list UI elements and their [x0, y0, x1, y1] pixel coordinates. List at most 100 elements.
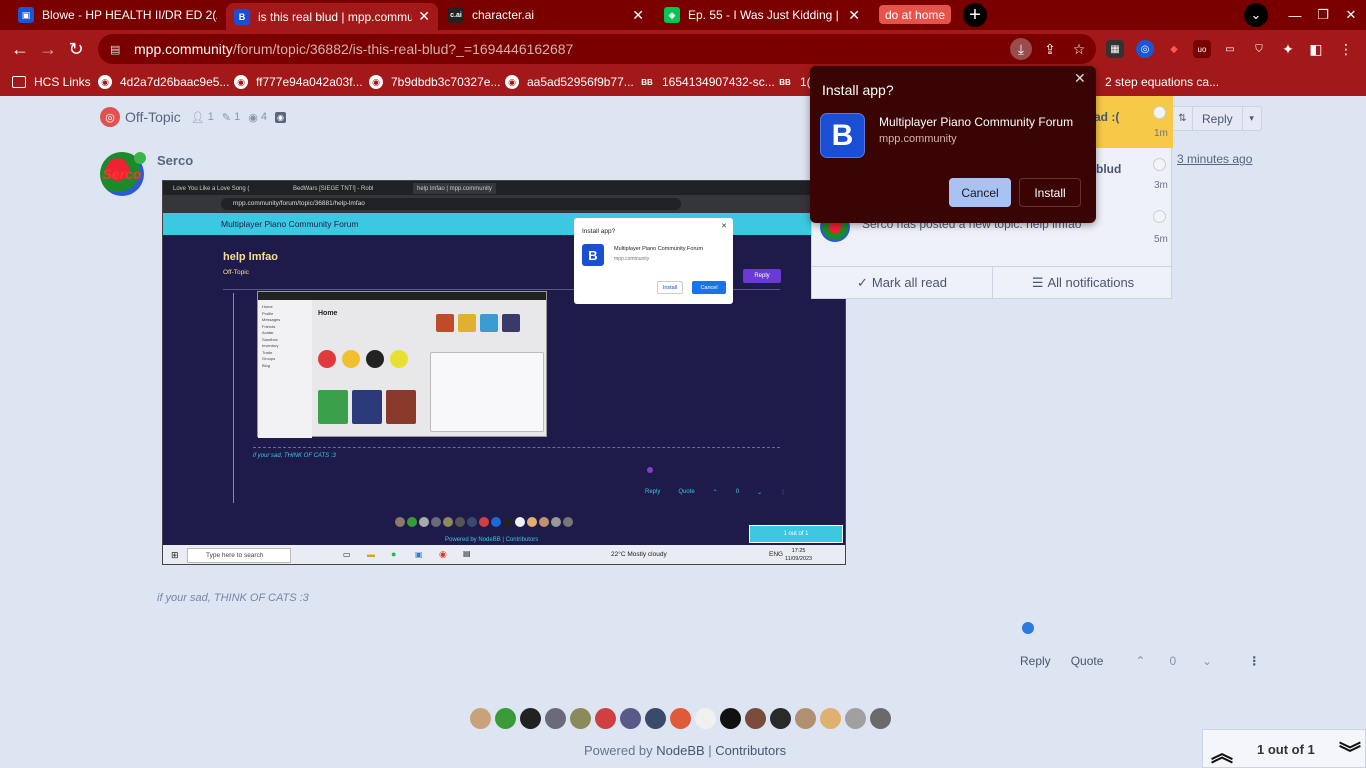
read-toggle[interactable]: [1153, 106, 1166, 119]
install-app-icon[interactable]: ⤓: [1010, 38, 1032, 60]
address-bar[interactable]: ▤ mpp.community/forum/topic/36882/is-thi…: [98, 34, 1096, 64]
all-notifications-button[interactable]: ☰ All notifications: [993, 267, 1173, 298]
arrow-right-icon: →: [39, 38, 57, 59]
site-info-icon[interactable]: ▤: [110, 43, 122, 56]
forward-button[interactable]: →: [36, 37, 60, 61]
upvote-icon[interactable]: ⌃: [1135, 654, 1145, 668]
participant-avatar[interactable]: [545, 708, 566, 729]
bookmark-item[interactable]: ◉ 4d2a7d26baac9e5...: [98, 74, 229, 90]
bookmark-item[interactable]: ◉ 7b9dbdb3c70327e...: [369, 74, 500, 90]
close-icon[interactable]: ✕: [1074, 70, 1086, 87]
participant-avatar[interactable]: [845, 708, 866, 729]
reply-button[interactable]: Reply: [1020, 654, 1051, 668]
puzzle-extensions-icon[interactable]: ✦: [1279, 40, 1297, 58]
category-link[interactable]: Off-Topic: [125, 109, 181, 125]
bookmark-star-icon[interactable]: ☆: [1068, 38, 1090, 60]
shield-extension-icon[interactable]: ⛉: [1250, 40, 1268, 58]
participant-avatar[interactable]: [720, 708, 741, 729]
read-toggle[interactable]: [1153, 210, 1166, 223]
downvote-icon[interactable]: ⌄: [1202, 654, 1212, 668]
chevron-down-icon[interactable]: ▾: [1243, 107, 1261, 130]
rss-icon[interactable]: ◉: [274, 111, 286, 123]
tab-mpp-forum[interactable]: B is this real blud | mpp.communit ✕: [226, 3, 438, 30]
side-panel-icon[interactable]: ◧: [1307, 40, 1325, 58]
minimize-button[interactable]: —: [1280, 3, 1310, 27]
pencil-icon: ✎: [221, 111, 232, 124]
participant-avatar[interactable]: [820, 708, 841, 729]
participant-avatar[interactable]: [470, 708, 491, 729]
game-tile: [458, 314, 476, 332]
participant-avatar[interactable]: [495, 708, 516, 729]
notification-time: 3m: [1154, 180, 1168, 191]
embedded-tab: help lmfao | mpp.community: [413, 183, 496, 194]
post-timestamp[interactable]: 3 minutes ago: [1177, 152, 1252, 166]
participant-avatar[interactable]: [795, 708, 816, 729]
embedded-avatars: [395, 517, 573, 527]
globe-icon: ◉: [98, 75, 112, 89]
embedded-tab: Love You Like a Love Song (: [173, 185, 250, 192]
tab-characterai[interactable]: c.ai character.ai ✕: [440, 3, 652, 27]
tab-blowe[interactable]: ▣ Blowe - HP HEALTH II/DR ED 2(A: [10, 3, 225, 27]
post-tools-kebab-icon[interactable]: ⋮: [1248, 654, 1260, 668]
bookmark-item[interactable]: 2 step equations ca...: [1105, 74, 1219, 90]
kebab-icon: ⋮: [780, 490, 787, 496]
check-icon: ✓: [856, 274, 868, 290]
printer-extension-icon[interactable]: ▭: [1221, 40, 1239, 58]
participant-avatar[interactable]: [695, 708, 716, 729]
double-chevron-down-icon[interactable]: ︾: [1339, 736, 1361, 768]
pagination: ︽ 1 out of 1 ︾: [1202, 729, 1366, 768]
participant-avatar[interactable]: [620, 708, 641, 729]
tab-group-label[interactable]: do at home: [879, 5, 952, 24]
post-author[interactable]: Serco: [157, 153, 193, 168]
sort-icon[interactable]: ⇅: [1173, 107, 1193, 130]
bookmark-label: 7b9dbdb3c70327e...: [391, 75, 501, 89]
close-tab-icon[interactable]: ✕: [632, 7, 644, 24]
participant-avatar[interactable]: [645, 708, 666, 729]
file-explorer-icon: ▬: [367, 550, 375, 559]
participant-avatar[interactable]: [520, 708, 541, 729]
bookmark-item[interactable]: ◉ ff777e94a042a03f...: [234, 74, 363, 90]
bookmark-item[interactable]: ◉ aa5ad52956f9b77...: [505, 74, 634, 90]
avatar-text: Serco: [102, 166, 142, 182]
powered-prefix: Powered by: [584, 743, 657, 758]
emoji-icon[interactable]: [1022, 622, 1034, 634]
mark-all-read-button[interactable]: ✓ Mark all read: [812, 267, 993, 298]
share-icon[interactable]: ⇪: [1039, 38, 1061, 60]
embedded-screenshot[interactable]: Love You Like a Love Song ( BedWars [SIE…: [162, 180, 846, 565]
close-tab-icon[interactable]: ✕: [848, 7, 860, 24]
menu-kebab-icon[interactable]: ⋮: [1337, 40, 1355, 58]
close-tab-icon[interactable]: ✕: [418, 8, 430, 25]
quote-button[interactable]: Quote: [1071, 654, 1104, 668]
topic-reply-button[interactable]: Reply: [1193, 107, 1243, 130]
bookmark-item[interactable]: BB 1(: [778, 74, 810, 90]
new-tab-button[interactable]: +: [963, 3, 987, 27]
notification-time: 5m: [1154, 234, 1168, 245]
back-button[interactable]: ←: [8, 37, 32, 61]
ublock-extension-icon[interactable]: uo: [1193, 40, 1211, 58]
ruby-extension-icon[interactable]: ◆: [1165, 40, 1183, 58]
vpn-extension-icon[interactable]: ◎: [1136, 40, 1154, 58]
url-domain: mpp.community: [134, 41, 233, 57]
tab-title: Ep. 55 - I Was Just Kidding | Vira: [688, 8, 842, 22]
reload-button[interactable]: ↻: [64, 37, 88, 61]
extension-icon[interactable]: ▦: [1106, 40, 1124, 58]
double-chevron-up-icon[interactable]: ︽: [1211, 736, 1233, 768]
game-tile: [436, 314, 454, 332]
participant-avatar[interactable]: [670, 708, 691, 729]
restore-button[interactable]: ❐: [1308, 3, 1338, 27]
nodebb-link[interactable]: NodeBB: [656, 743, 704, 758]
bookmark-folder[interactable]: HCS Links: [12, 74, 91, 90]
participant-avatar[interactable]: [745, 708, 766, 729]
participant-avatar[interactable]: [570, 708, 591, 729]
participant-avatar[interactable]: [870, 708, 891, 729]
read-toggle[interactable]: [1153, 158, 1166, 171]
close-window-button[interactable]: ✕: [1336, 3, 1366, 27]
tab-webtoon[interactable]: ◆ Ep. 55 - I Was Just Kidding | Vira ✕: [656, 3, 868, 27]
install-button[interactable]: Install: [1019, 178, 1081, 207]
participant-avatar[interactable]: [770, 708, 791, 729]
tab-search-button[interactable]: ⌄: [1244, 3, 1268, 27]
contributors-link[interactable]: Contributors: [715, 743, 786, 758]
bookmark-item[interactable]: BB 1654134907432-sc...: [640, 74, 775, 90]
cancel-button[interactable]: Cancel: [949, 178, 1011, 207]
participant-avatar[interactable]: [595, 708, 616, 729]
